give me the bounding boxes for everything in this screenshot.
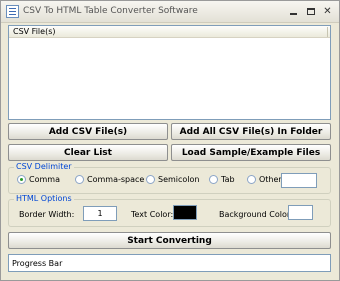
background-color-label: Background Color: — [219, 210, 293, 219]
background-color-swatch[interactable] — [288, 205, 313, 220]
close-button[interactable]: ✕ — [320, 4, 335, 18]
text-color-label: Text Color: — [131, 210, 174, 219]
title-bar[interactable]: CSV To HTML Table Converter Software ✕ — [1, 1, 339, 23]
html-options-group: HTML Options Border Width: 1 Text Color:… — [8, 194, 331, 227]
maximize-icon — [306, 7, 315, 15]
clear-list-button[interactable]: Clear List — [8, 144, 168, 161]
radio-unchecked-icon — [75, 175, 84, 184]
list-column-header[interactable]: CSV File(s) — [9, 26, 330, 38]
start-converting-button[interactable]: Start Converting — [8, 232, 331, 249]
maximize-button[interactable] — [303, 4, 318, 18]
close-icon: ✕ — [323, 5, 332, 17]
progress-bar-label: Progress Bar — [12, 259, 63, 268]
radio-unchecked-icon — [209, 175, 218, 184]
minimize-button[interactable] — [286, 4, 301, 18]
radio-comma-space-label: Comma-space — [87, 175, 145, 184]
other-delimiter-input[interactable] — [281, 173, 317, 188]
app-icon — [6, 5, 19, 18]
minimize-icon — [290, 13, 297, 15]
add-folder-button[interactable]: Add All CSV File(s) In Folder — [171, 123, 331, 140]
csv-delimiter-group: CSV Delimiter Comma Comma-space Semicolo… — [8, 162, 331, 194]
radio-semicolon-label: Semicolon — [158, 175, 200, 184]
load-sample-button[interactable]: Load Sample/Example Files — [171, 144, 331, 161]
radio-tab-label: Tab — [221, 175, 235, 184]
radio-other-label: Other — [259, 175, 282, 184]
radio-checked-icon — [17, 175, 26, 184]
list-column-header-label: CSV File(s) — [13, 27, 56, 36]
radio-tab[interactable]: Tab — [209, 175, 235, 184]
csv-delimiter-legend: CSV Delimiter — [14, 162, 74, 171]
html-options-legend: HTML Options — [14, 194, 74, 203]
text-color-swatch[interactable] — [173, 205, 197, 220]
border-width-label: Border Width: — [19, 210, 75, 219]
radio-comma[interactable]: Comma — [17, 175, 60, 184]
csv-file-list[interactable]: CSV File(s) — [8, 25, 331, 120]
radio-comma-label: Comma — [29, 175, 60, 184]
radio-unchecked-icon — [146, 175, 155, 184]
app-window: CSV To HTML Table Converter Software ✕ C… — [0, 0, 340, 281]
border-width-input[interactable]: 1 — [83, 206, 117, 221]
progress-bar: Progress Bar — [8, 254, 331, 272]
radio-semicolon[interactable]: Semicolon — [146, 175, 200, 184]
add-csv-files-button[interactable]: Add CSV File(s) — [8, 123, 168, 140]
radio-unchecked-icon — [247, 175, 256, 184]
radio-other[interactable]: Other — [247, 175, 282, 184]
window-title: CSV To HTML Table Converter Software — [23, 6, 198, 16]
radio-comma-space[interactable]: Comma-space — [75, 175, 144, 184]
